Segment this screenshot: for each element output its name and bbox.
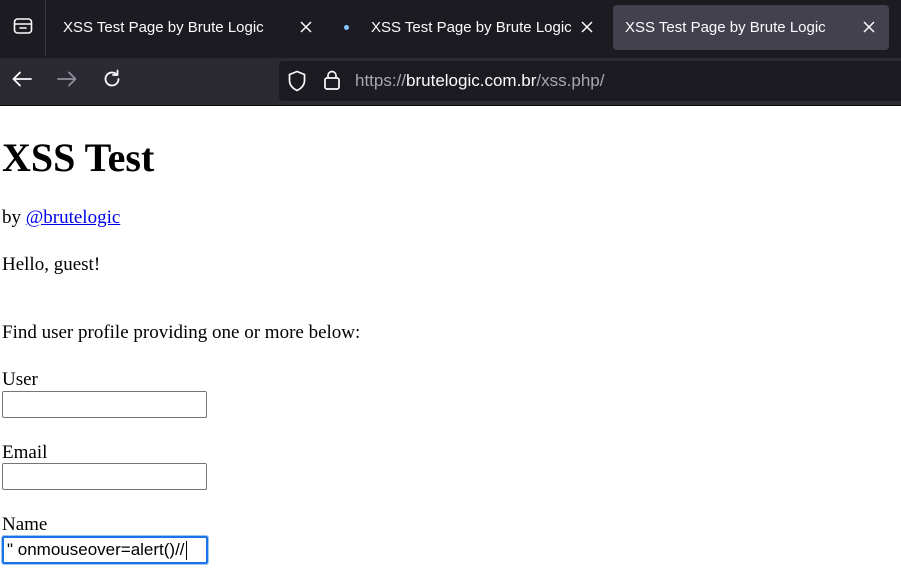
- email-label: Email: [2, 442, 48, 463]
- greeting-text: Hello, guest!: [2, 254, 101, 275]
- name-label: Name: [2, 514, 48, 535]
- tracking-protection-shield-icon[interactable]: [287, 70, 307, 97]
- url-path: /xss.php/: [536, 71, 605, 90]
- tab-bar: XSS Test Page by Brute Logic XSS Test Pa…: [0, 0, 901, 58]
- reload-icon: [102, 69, 122, 94]
- arrow-left-icon: [12, 71, 32, 92]
- tab-1-close-icon[interactable]: [296, 17, 316, 37]
- navigation-toolbar: https://brutelogic.com.br/xss.php/: [0, 58, 901, 106]
- tab-2[interactable]: XSS Test Page by Brute Logic: [332, 5, 608, 50]
- reload-button[interactable]: [96, 65, 128, 97]
- tab-2-title: XSS Test Page by Brute Logic: [371, 19, 572, 36]
- forward-button[interactable]: [51, 65, 83, 97]
- user-label: User: [2, 369, 38, 390]
- tab-2-close-icon[interactable]: [577, 17, 597, 37]
- page-content: XSS Test by @brutelogic Hello, guest! Fi…: [0, 106, 901, 576]
- tab-list-icon: [13, 17, 33, 40]
- tab-3-close-icon[interactable]: [859, 17, 879, 37]
- instructions-text: Find user profile providing one or more …: [2, 322, 361, 343]
- url-text[interactable]: https://brutelogic.com.br/xss.php/: [355, 71, 604, 91]
- tab-list-button[interactable]: [0, 0, 46, 56]
- tab-2-attention-dot-icon: [344, 25, 349, 30]
- lock-icon[interactable]: [323, 69, 341, 96]
- tab-1-title: XSS Test Page by Brute Logic: [63, 19, 264, 36]
- byline: by @brutelogic: [2, 207, 120, 229]
- back-button[interactable]: [6, 65, 38, 97]
- url-scheme: https://: [355, 71, 407, 90]
- user-input[interactable]: [2, 391, 207, 418]
- email-input[interactable]: [2, 463, 207, 490]
- tab-3-title: XSS Test Page by Brute Logic: [625, 19, 826, 36]
- text-caret: [185, 541, 187, 561]
- byline-prefix: by: [2, 207, 26, 228]
- page-title: XSS Test: [2, 135, 155, 180]
- arrow-right-icon: [57, 71, 77, 92]
- address-bar[interactable]: https://brutelogic.com.br/xss.php/: [279, 61, 901, 101]
- browser-chrome: XSS Test Page by Brute Logic XSS Test Pa…: [0, 0, 901, 106]
- author-link[interactable]: @brutelogic: [26, 207, 121, 228]
- name-input-value: " onmouseover=alert()//: [7, 540, 185, 559]
- tab-3-active[interactable]: XSS Test Page by Brute Logic: [613, 5, 889, 50]
- url-host: brutelogic.com.br: [406, 71, 537, 90]
- name-input[interactable]: " onmouseover=alert()//: [1, 535, 209, 565]
- tab-1[interactable]: XSS Test Page by Brute Logic: [50, 5, 328, 50]
